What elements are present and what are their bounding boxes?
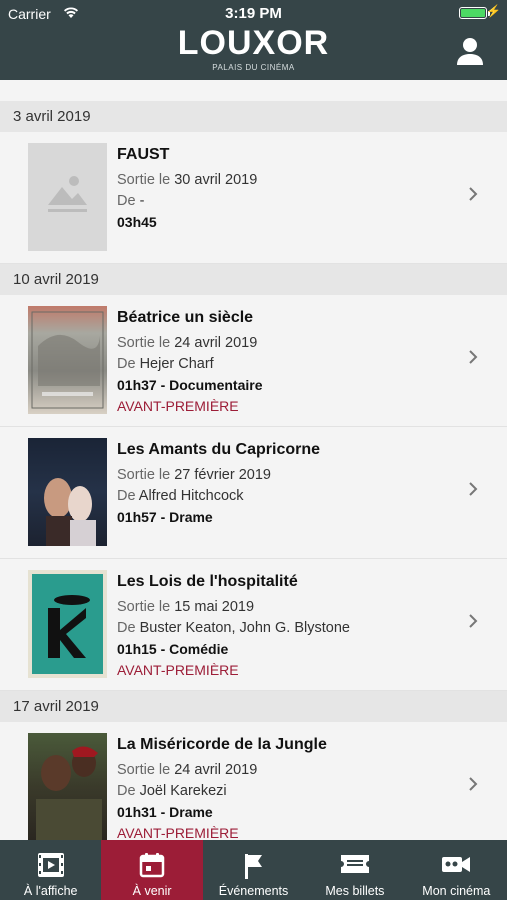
tab-a-l-affiche[interactable]: À l'affiche (0, 840, 101, 900)
movie-meta: 01h15 - Comédie (117, 641, 229, 657)
app-tagline: PALAIS DU CINÉMA (212, 63, 295, 72)
release-label: Sortie le (117, 467, 171, 483)
release-date: 24 avril 2019 (174, 762, 258, 778)
tab-label: Mon cinéma (422, 884, 491, 898)
poster-image (28, 570, 107, 678)
user-icon[interactable] (455, 36, 485, 66)
avant-premiere-badge: AVANT-PREMIÈRE (117, 825, 239, 840)
tab-label: À l'affiche (23, 884, 78, 898)
director-label: De (117, 356, 136, 372)
release-label: Sortie le (117, 172, 171, 188)
tab-label: À venir (132, 884, 172, 898)
poster-image (28, 306, 107, 414)
battery-icon (459, 7, 490, 19)
ticket-icon (340, 855, 369, 873)
poster-image (28, 733, 107, 840)
charging-icon: ⚡ (486, 4, 501, 18)
movie-row[interactable]: FAUST Sortie le 30 avril 2019 De - 03h45 (0, 132, 507, 264)
app-header: Carrier 3:19 PM ⚡ LOUXOR PALAIS DU CINÉM… (0, 0, 507, 80)
director: Joël Karekezi (139, 783, 227, 799)
tab-mes-billets[interactable]: Mes billets (304, 840, 405, 900)
movie-meta: 03h45 (117, 214, 157, 230)
director: Buster Keaton, John G. Blystone (139, 620, 350, 636)
director: Alfred Hitchcock (138, 488, 244, 504)
section-date: 3 avril 2019 (0, 101, 507, 132)
movie-row[interactable]: Les Amants du Capricorne Sortie le 27 fé… (0, 427, 507, 559)
release-date: 15 mai 2019 (174, 599, 255, 615)
release-date: 24 avril 2019 (174, 335, 258, 351)
movie-row[interactable]: La Miséricorde de la Jungle Sortie le 24… (0, 722, 507, 840)
section-date: 17 avril 2019 (0, 691, 507, 722)
movie-row[interactable]: Béatrice un siècle Sortie le 24 avril 20… (0, 295, 507, 427)
release-date: 30 avril 2019 (174, 172, 258, 188)
film-icon (37, 853, 64, 877)
status-bar: Carrier 3:19 PM ⚡ (0, 0, 507, 26)
movie-title: Les Amants du Capricorne (117, 441, 321, 458)
movie-title: Les Lois de l'hospitalité (117, 573, 298, 590)
release-label: Sortie le (117, 762, 171, 778)
chevron-right-icon (469, 777, 478, 791)
release-label: Sortie le (117, 599, 171, 615)
tab-bar: À l'affiche À venir Événements Mes bille… (0, 840, 507, 900)
director: - (139, 193, 145, 209)
tab-mon-cinema[interactable]: Mon cinéma (406, 840, 507, 900)
poster-placeholder (28, 143, 107, 251)
app-logo: LOUXOR (177, 24, 330, 62)
camera-icon (442, 857, 471, 872)
upcoming-list[interactable]: 3 avril 2019 FAUST Sortie le 30 avril 20… (0, 80, 507, 840)
movie-meta: 01h31 - Drame (117, 804, 213, 820)
movie-title: Béatrice un siècle (117, 309, 254, 326)
chevron-right-icon (469, 350, 478, 364)
director-label: De (117, 783, 136, 799)
calendar-icon (139, 853, 165, 878)
status-time: 3:19 PM (225, 5, 282, 22)
director-label: De (117, 620, 136, 636)
tab-label: Événements (218, 884, 289, 898)
director-label: De (117, 488, 136, 504)
movie-row[interactable]: Les Lois de l'hospitalité Sortie le 15 m… (0, 559, 507, 691)
movie-title: La Miséricorde de la Jungle (117, 736, 327, 753)
release-date: 27 février 2019 (174, 467, 271, 483)
section-date: 10 avril 2019 (0, 264, 507, 295)
poster-image (28, 438, 107, 546)
director: Hejer Charf (139, 356, 214, 372)
movie-title: FAUST (117, 146, 170, 163)
movie-meta: 01h57 - Drame (117, 509, 213, 525)
release-label: Sortie le (117, 335, 171, 351)
avant-premiere-badge: AVANT-PREMIÈRE (117, 398, 239, 414)
movie-meta: 01h37 - Documentaire (117, 377, 263, 393)
chevron-right-icon (469, 187, 478, 201)
chevron-right-icon (469, 482, 478, 496)
flag-icon (244, 854, 262, 879)
tab-a-venir[interactable]: À venir (101, 840, 203, 900)
chevron-right-icon (469, 614, 478, 628)
director-label: De (117, 193, 136, 209)
tab-evenements[interactable]: Événements (203, 840, 304, 900)
avant-premiere-badge: AVANT-PREMIÈRE (117, 662, 239, 678)
tab-label: Mes billets (325, 884, 385, 898)
